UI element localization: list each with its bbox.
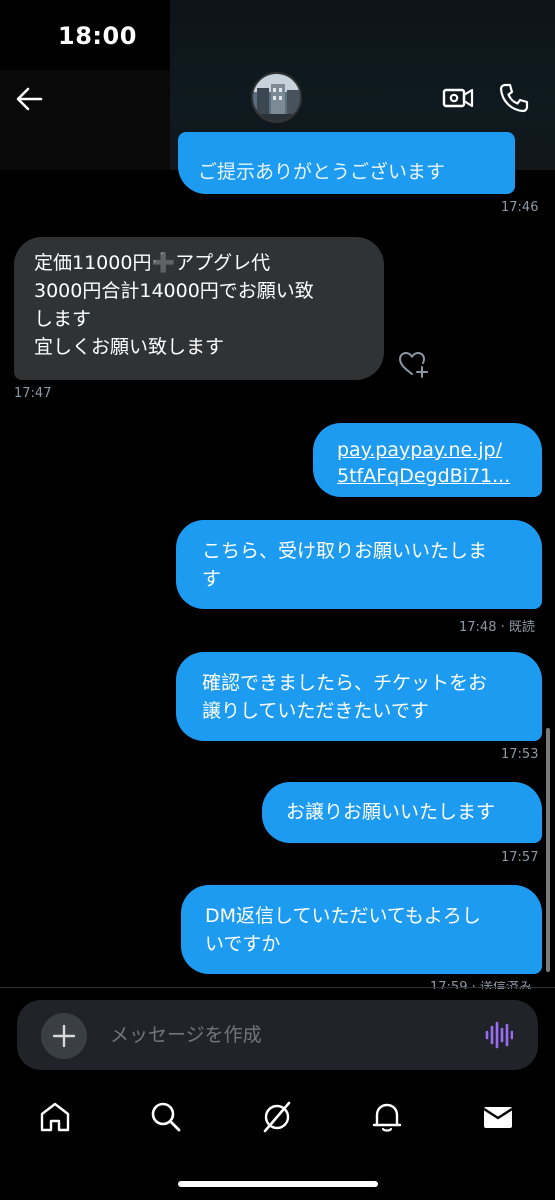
message-bubble-outgoing[interactable]: こちら、受け取りお願いいたしま す bbox=[176, 520, 542, 609]
message-timestamp: 17:53 bbox=[501, 747, 539, 762]
message-text: お譲りお願いいたします bbox=[286, 801, 496, 823]
message-timestamp: 17:46 bbox=[501, 200, 539, 215]
add-media-button[interactable] bbox=[41, 1013, 87, 1059]
message-link-bubble[interactable]: pay.paypay.ne.jp/ 5tfAFqDegdBi71... bbox=[313, 423, 542, 497]
back-arrow-icon[interactable] bbox=[14, 84, 44, 114]
messages-envelope-icon[interactable] bbox=[481, 1100, 515, 1134]
home-indicator bbox=[178, 1181, 378, 1187]
react-heart-plus-icon[interactable] bbox=[398, 350, 428, 378]
message-composer bbox=[17, 1000, 538, 1070]
voice-message-icon[interactable] bbox=[485, 1020, 513, 1050]
link-text-line[interactable]: pay.paypay.ne.jp/ bbox=[337, 437, 520, 463]
message-text-line: 譲りしていただきたいです bbox=[202, 700, 429, 722]
message-text-line: こちら、受け取りお願いいたしま bbox=[202, 540, 488, 562]
message-input[interactable] bbox=[110, 1020, 460, 1050]
avatar[interactable] bbox=[251, 72, 302, 123]
message-timestamp: 17:57 bbox=[501, 850, 539, 865]
message-text-line: いですか bbox=[205, 933, 281, 955]
composer-divider bbox=[0, 987, 555, 988]
message-text-line: 確認できましたら、チケットをお bbox=[202, 672, 488, 694]
home-icon[interactable] bbox=[38, 1100, 72, 1134]
search-icon[interactable] bbox=[149, 1100, 183, 1134]
message-bubble-outgoing[interactable]: 確認できましたら、チケットをお 譲りしていただきたいです bbox=[176, 652, 542, 741]
message-timestamp-read: 17:48 · 既読 bbox=[459, 620, 535, 635]
message-timestamp: 17:47 bbox=[14, 386, 52, 401]
message-text-line: 3000円合計14000円でお願い致 bbox=[34, 280, 314, 302]
grok-icon[interactable] bbox=[260, 1100, 294, 1134]
scrollbar[interactable] bbox=[546, 728, 550, 972]
message-bubble-outgoing[interactable]: ご提示ありがとうございます bbox=[178, 132, 515, 194]
video-call-icon[interactable] bbox=[442, 83, 474, 113]
message-bubble-outgoing[interactable]: お譲りお願いいたします bbox=[262, 782, 542, 843]
notifications-bell-icon[interactable] bbox=[370, 1100, 404, 1134]
message-text-line: 宜しくお願い致します bbox=[34, 336, 225, 358]
message-text: ご提示ありがとうございます bbox=[198, 161, 446, 183]
phone-call-icon[interactable] bbox=[498, 82, 530, 114]
status-time: 18:00 bbox=[58, 22, 137, 50]
link-text-line[interactable]: 5tfAFqDegdBi71... bbox=[337, 463, 520, 489]
message-text-line: す bbox=[202, 568, 222, 590]
message-text-line: 定価11000円➕アプグレ代 bbox=[34, 252, 271, 274]
message-text-line: します bbox=[34, 308, 92, 330]
message-text-line: DM返信していただいてもよろし bbox=[205, 905, 481, 927]
message-bubble-outgoing[interactable]: DM返信していただいてもよろし いですか bbox=[181, 885, 542, 974]
plus-icon bbox=[52, 1024, 76, 1048]
message-bubble-incoming[interactable]: 定価11000円➕アプグレ代 3000円合計14000円でお願い致 します 宜し… bbox=[14, 237, 384, 380]
